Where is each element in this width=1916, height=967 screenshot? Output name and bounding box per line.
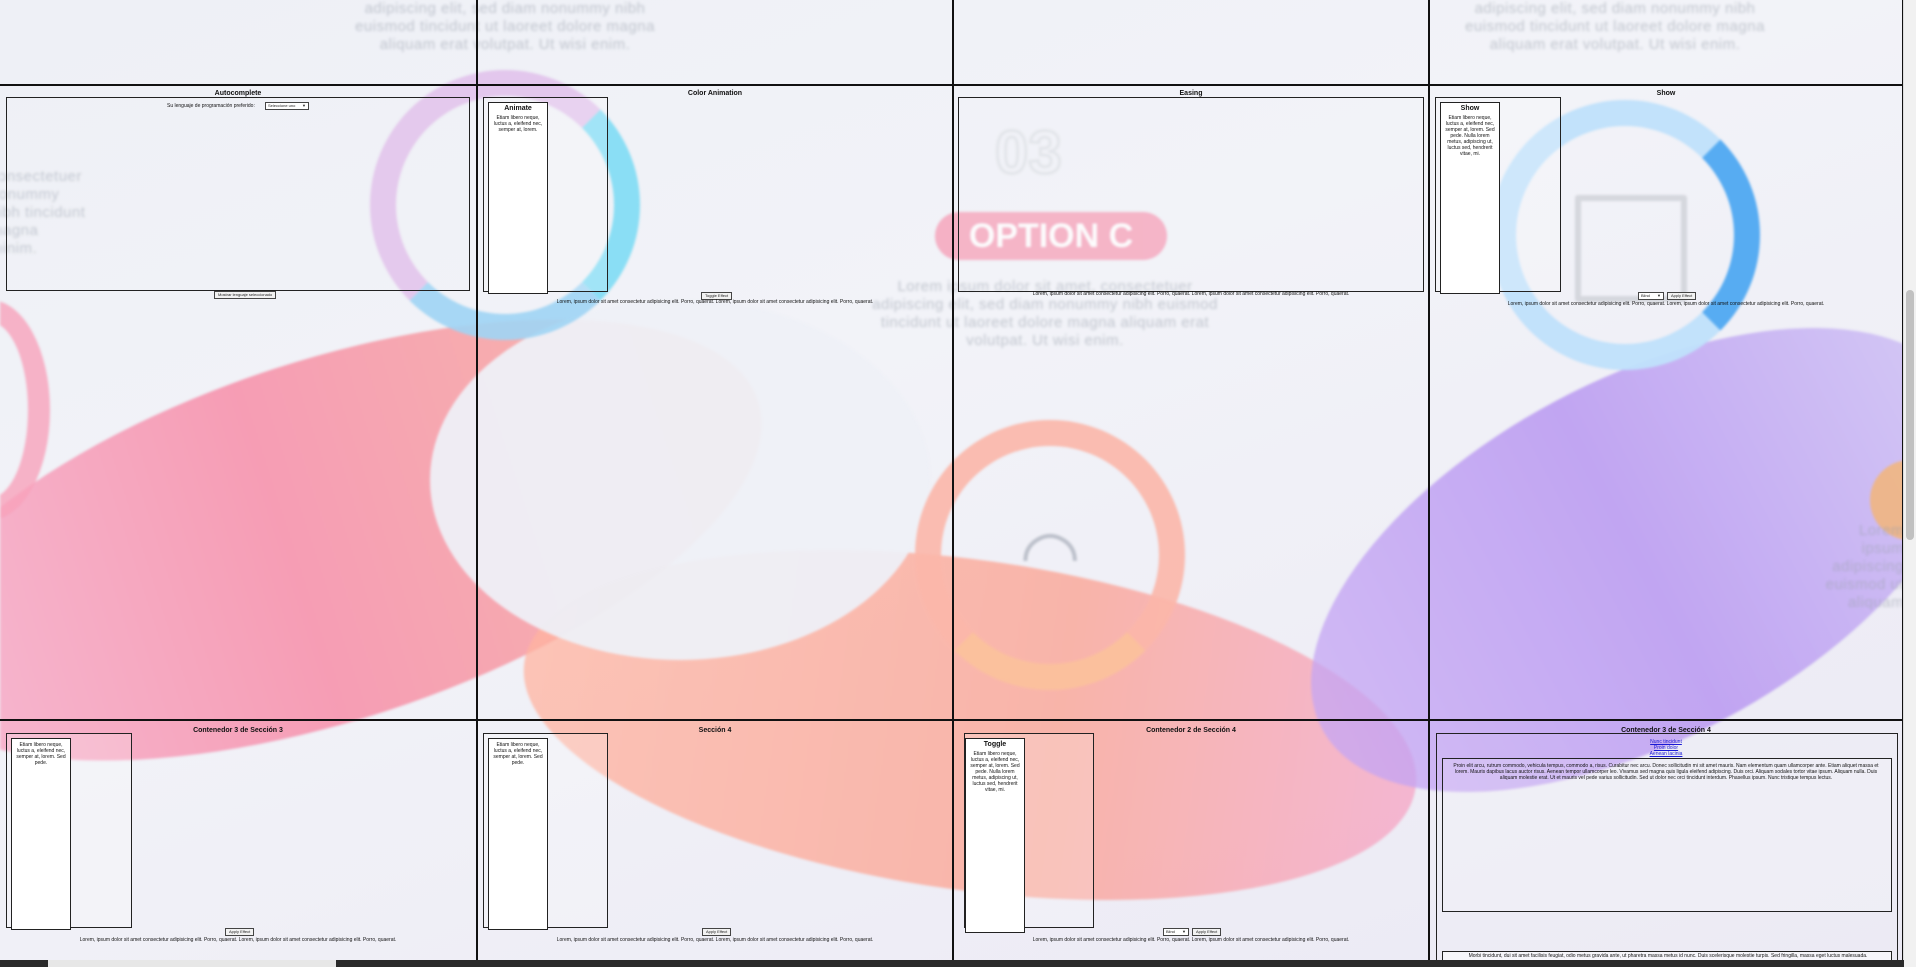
panel-title: Show — [1656, 90, 1676, 97]
card-text: Etiam libero neque, luctus a, eleifend n… — [493, 115, 543, 133]
apply-effect-button[interactable]: Apply Effect — [1192, 928, 1222, 936]
chevron-down-icon: ▼ — [1657, 293, 1661, 298]
toggle-card: Toggle Etiam libero neque, luctus a, ele… — [965, 738, 1025, 933]
bottom-strip — [0, 960, 1904, 967]
chevron-down-icon: ▼ — [302, 103, 306, 108]
card-title: Show — [1460, 105, 1480, 112]
language-select[interactable]: Seleccione uno ▼ — [265, 102, 309, 110]
card-title: Animate — [504, 105, 532, 112]
panel-title: Autocomplete — [214, 90, 262, 97]
effect-card: Etiam libero neque, luctus a, eleifend n… — [11, 738, 71, 930]
panel-title: Color Animation — [687, 90, 743, 97]
bg-text-top-right: adipiscing elit, sed diam nonummy nibh e… — [1465, 0, 1765, 53]
select-value: Seleccione uno — [268, 103, 296, 108]
panel-caption: Lorem, ipsum dolor sit amet consectetur … — [556, 299, 874, 305]
show-language-button[interactable]: Mostrar lenguaje seleccionado — [214, 291, 277, 299]
autocomplete-frame — [6, 97, 470, 291]
language-label: Su lenguaje de programación preferido: — [167, 103, 255, 109]
effect-card: Etiam libero neque, luctus a, eleifend n… — [488, 738, 548, 930]
tab-content-text: Proin elit arcu, rutrum commodo, vehicul… — [1453, 763, 1879, 781]
panel-caption: Lorem, ipsum dolor sit amet consectetur … — [1507, 301, 1825, 307]
panel-caption: Lorem, ipsum dolor sit amet consectetur … — [1032, 937, 1350, 943]
panel-section4-container2: Contenedor 2 de Sección 4 Toggle Etiam l… — [954, 721, 1428, 960]
panel-section4: Sección 4 Etiam libero neque, luctus a, … — [478, 721, 952, 960]
show-card: Show Etiam libero neque, luctus a, eleif… — [1440, 102, 1500, 294]
select-value: Blind — [1641, 293, 1650, 298]
select-value: Blind — [1166, 929, 1175, 934]
panel-easing: Easing Lorem, ipsum dolor sit amet conse… — [954, 86, 1428, 719]
card-text: Etiam libero neque, luctus a, eleifend n… — [493, 742, 543, 766]
card-title: Toggle — [983, 741, 1007, 748]
scrollbar-thumb[interactable] — [1906, 290, 1914, 540]
apply-effect-button[interactable]: Apply Effect — [1667, 292, 1697, 300]
panel-caption: Lorem, ipsum dolor sit amet consectetur … — [1032, 291, 1350, 297]
panel-color-animation: Color Animation Animate Etiam libero neq… — [478, 86, 952, 719]
apply-effect-button[interactable]: Apply Effect — [702, 928, 732, 936]
footer-text: Morbi tincidunt, dui sit amet facilisis … — [1468, 953, 1868, 959]
effect-select[interactable]: Blind ▼ — [1163, 928, 1189, 936]
apply-effect-button[interactable]: Apply Effect — [225, 928, 255, 936]
page-scrollbar[interactable] — [1903, 0, 1916, 967]
tab-links: Nunc tincidunt Proin dolor Aenean lacini… — [1430, 739, 1902, 757]
panel-section3-container3: Contenedor 3 de Sección 3 Etiam libero n… — [0, 721, 476, 960]
animate-card: Animate Etiam libero neque, luctus a, el… — [488, 102, 548, 294]
panel-title: Easing — [1179, 90, 1203, 97]
card-text: Etiam libero neque, luctus a, eleifend n… — [1445, 115, 1495, 157]
panel-autocomplete: Autocomplete Su lenguaje de programación… — [0, 86, 476, 719]
panel-show: Show Show Etiam libero neque, luctus a, … — [1430, 86, 1902, 719]
card-text: Etiam libero neque, luctus a, eleifend n… — [16, 742, 66, 766]
panel-caption: Lorem, ipsum dolor sit amet consectetur … — [556, 937, 874, 943]
tab-content-panel — [1442, 758, 1892, 912]
panel-section4-container3: Contenedor 3 de Sección 4 Nunc tincidunt… — [1430, 721, 1902, 965]
bottom-strip-segment — [48, 960, 336, 967]
easing-frame — [958, 97, 1424, 292]
tab-link-aenean-lacinia[interactable]: Aenean lacinia — [1430, 751, 1902, 757]
effect-select[interactable]: Blind ▼ — [1638, 292, 1664, 300]
bg-text-top-left: adipiscing elit, sed diam nonummy nibh e… — [355, 0, 655, 53]
chevron-down-icon: ▼ — [1182, 929, 1186, 934]
panel-caption: Lorem, ipsum dolor sit amet consectetur … — [79, 937, 397, 943]
card-text: Etiam libero neque, luctus a, eleifend n… — [970, 751, 1020, 793]
